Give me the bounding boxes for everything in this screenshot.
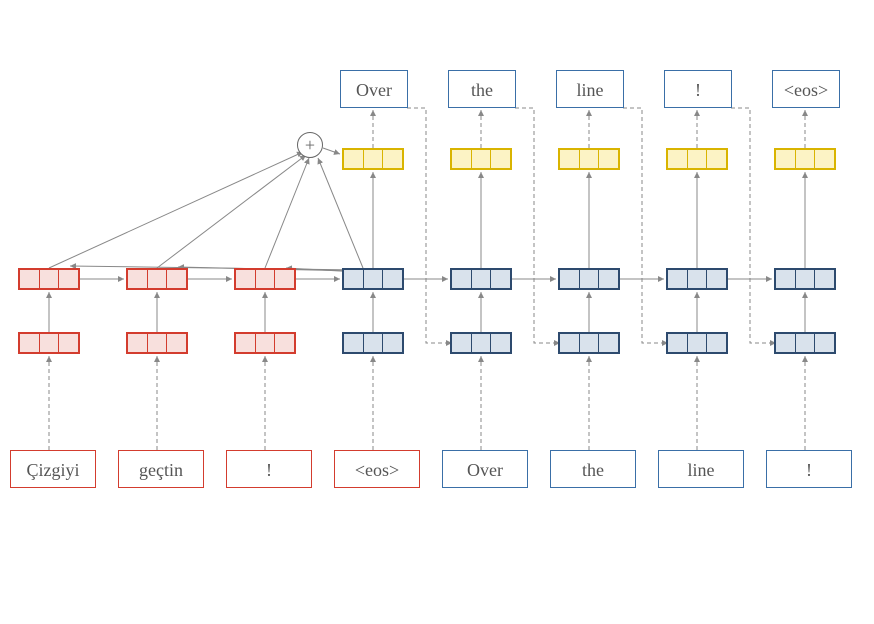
decoder-embed-vector — [774, 332, 836, 354]
decoder-hidden-vector — [774, 268, 836, 290]
encoder-hidden-vector — [126, 268, 188, 290]
decoder-input-token: Over — [442, 450, 528, 488]
decoder-hidden-vector — [666, 268, 728, 290]
output-token: ! — [664, 70, 732, 108]
encoder-input-token: ! — [226, 450, 312, 488]
decoder-input-token: ! — [766, 450, 852, 488]
attention-vector — [666, 148, 728, 170]
output-token: line — [556, 70, 624, 108]
decoder-embed-vector — [558, 332, 620, 354]
decoder-hidden-vector — [558, 268, 620, 290]
output-token: the — [448, 70, 516, 108]
output-token: Over — [340, 70, 408, 108]
attention-sum-node: + — [297, 132, 323, 158]
encoder-embed-vector — [234, 332, 296, 354]
attention-vector — [558, 148, 620, 170]
decoder-embed-vector — [666, 332, 728, 354]
encoder-input-token: geçtin — [118, 450, 204, 488]
seq2seq-diagram: + Over the line ! <eos> Çizgiyi geçtin !… — [10, 70, 864, 540]
decoder-embed-vector — [342, 332, 404, 354]
decoder-input-token: line — [658, 450, 744, 488]
decoder-input-token: the — [550, 450, 636, 488]
attention-vector — [450, 148, 512, 170]
decoder-embed-vector — [450, 332, 512, 354]
attention-vector — [774, 148, 836, 170]
decoder-hidden-vector — [342, 268, 404, 290]
encoder-embed-vector — [18, 332, 80, 354]
encoder-input-token: <eos> — [334, 450, 420, 488]
decoder-hidden-vector — [450, 268, 512, 290]
attention-vector — [342, 148, 404, 170]
encoder-embed-vector — [126, 332, 188, 354]
encoder-hidden-vector — [18, 268, 80, 290]
output-token: <eos> — [772, 70, 840, 108]
encoder-hidden-vector — [234, 268, 296, 290]
encoder-input-token: Çizgiyi — [10, 450, 96, 488]
